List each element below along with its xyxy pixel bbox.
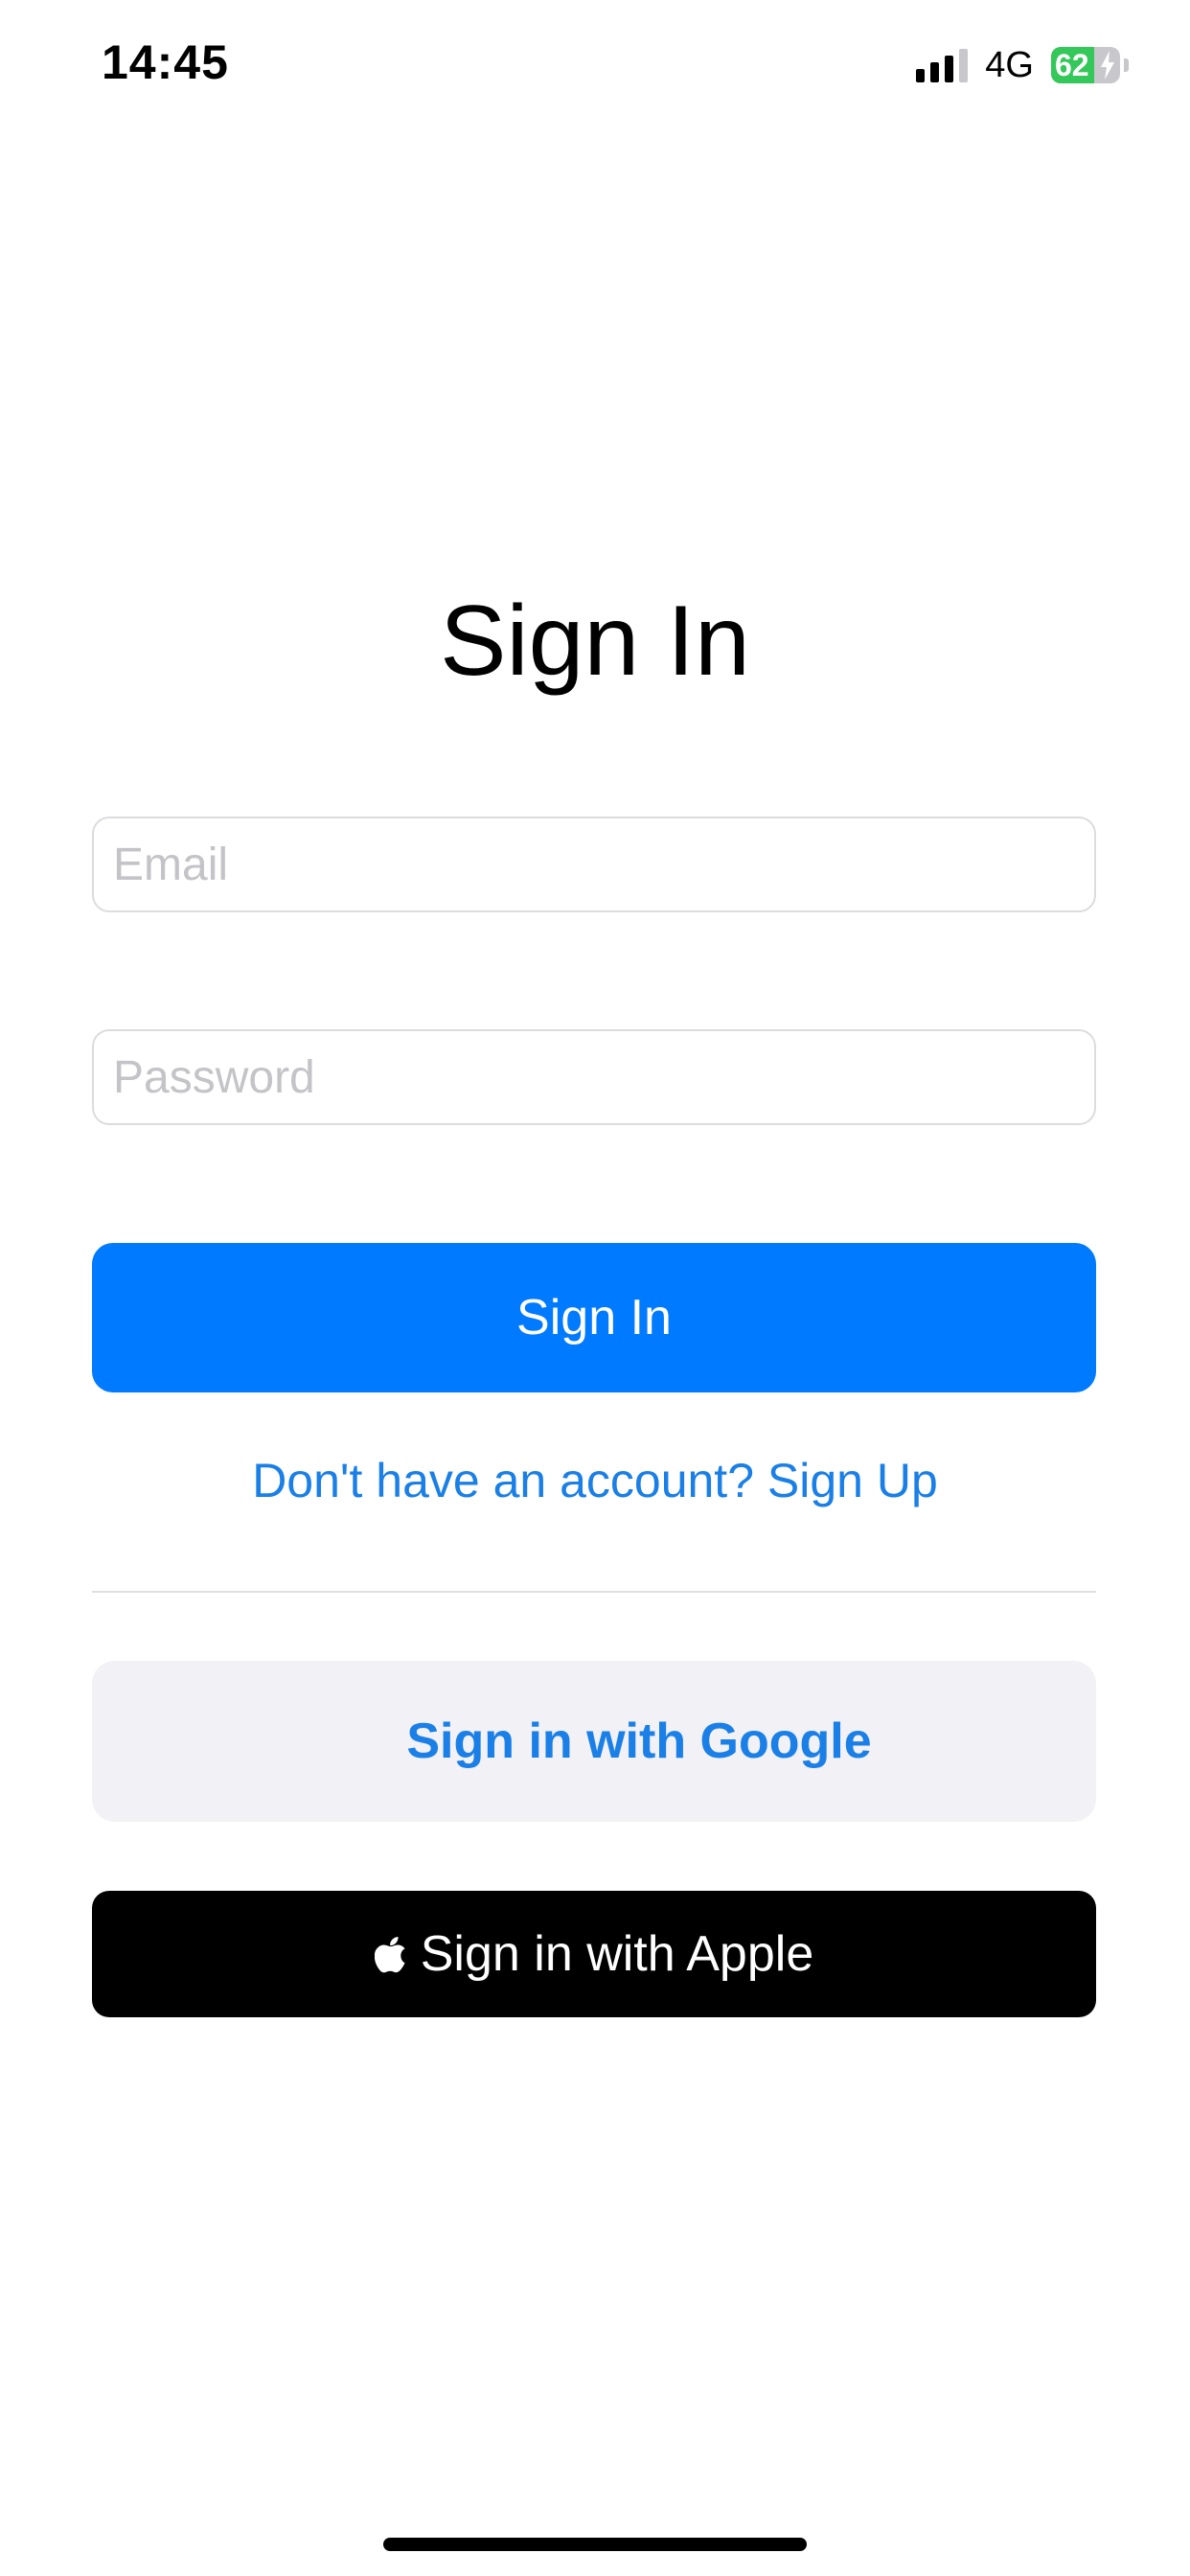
status-time: 14:45 <box>102 35 229 89</box>
email-field[interactable] <box>92 816 1096 912</box>
home-indicator <box>383 2538 807 2551</box>
status-bar: 14:45 4G 62 <box>0 0 1190 134</box>
network-type: 4G <box>985 44 1034 85</box>
password-field[interactable] <box>92 1029 1096 1125</box>
status-indicators: 4G 62 <box>916 44 1129 86</box>
battery-icon: 62 <box>1051 47 1120 83</box>
sign-up-link[interactable]: Don't have an account? Sign Up <box>0 1453 1190 1508</box>
page-title: Sign In <box>440 586 750 697</box>
cellular-signal-icon <box>916 48 969 82</box>
apple-sign-in-label: Sign in with Apple <box>420 1926 814 1982</box>
sign-in-button-label: Sign In <box>516 1290 672 1346</box>
divider <box>92 1591 1096 1593</box>
battery-tip <box>1124 58 1129 72</box>
google-sign-in-label: Sign in with Google <box>406 1714 872 1769</box>
sign-in-button[interactable]: Sign In <box>92 1243 1096 1392</box>
google-sign-in-button[interactable]: Sign in with Google <box>92 1661 1096 1822</box>
charging-bolt-icon <box>1101 51 1114 80</box>
apple-sign-in-button[interactable]: Sign in with Apple <box>92 1891 1096 2017</box>
battery-percent: 62 <box>1055 48 1089 82</box>
apple-logo-icon <box>374 1937 405 1973</box>
